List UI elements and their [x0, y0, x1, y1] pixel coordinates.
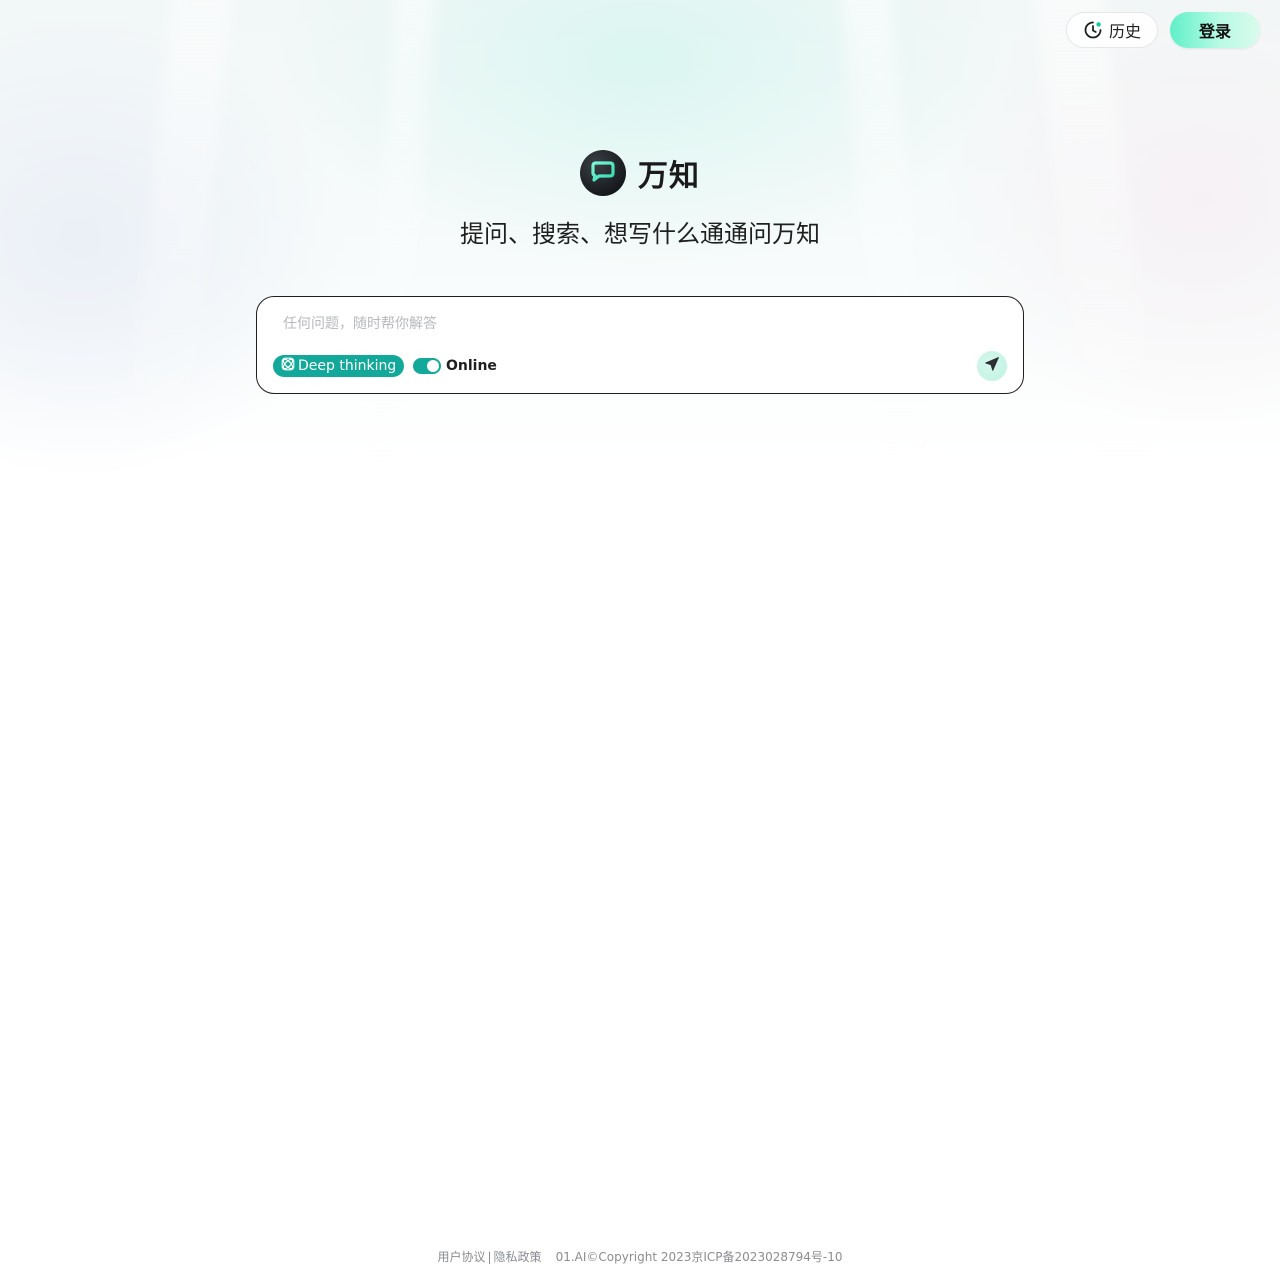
brand: 万知 — [0, 150, 1280, 196]
query-input[interactable] — [283, 311, 983, 337]
online-toggle[interactable] — [413, 358, 441, 374]
user-agreement-link[interactable]: 用户协议 — [437, 1250, 485, 1264]
query-composer: Deep thinking Online — [256, 296, 1024, 394]
send-arrow-icon — [984, 356, 1000, 376]
brand-name: 万知 — [638, 159, 700, 194]
page: 历史 登录 万知 提问、搜索、想写什么通通问万知 任何问题，随时帮你解答 Dee… — [0, 0, 1280, 1280]
online-toggle-group[interactable]: Online — [413, 357, 497, 375]
footer-separator: | — [487, 1250, 492, 1264]
clock-icon — [1083, 20, 1103, 40]
login-button[interactable]: 登录 — [1170, 12, 1260, 48]
copyright-text: 01.AI©Copyright 2023京ICP备2023028794号-10 — [555, 1250, 843, 1264]
chat-bubble-logo-icon — [580, 150, 626, 196]
footer: 用户协议 | 隐私政策 01.AI©Copyright 2023京ICP备202302… — [0, 1248, 1280, 1265]
login-label: 登录 — [1198, 22, 1231, 41]
online-label: Online — [446, 358, 497, 374]
deep-thinking-button[interactable]: Deep thinking — [273, 355, 405, 377]
deep-thinking-label: Deep thinking — [298, 358, 397, 374]
history-label: 历史 — [1108, 22, 1141, 41]
tagline: 提问、搜索、想写什么通通问万知 — [460, 220, 820, 248]
privacy-policy-link[interactable]: 隐私政策 — [494, 1250, 542, 1264]
atom-icon — [281, 357, 295, 375]
send-button[interactable] — [977, 351, 1007, 381]
toggle-knob — [427, 360, 439, 372]
history-button[interactable]: 历史 — [1066, 12, 1158, 48]
